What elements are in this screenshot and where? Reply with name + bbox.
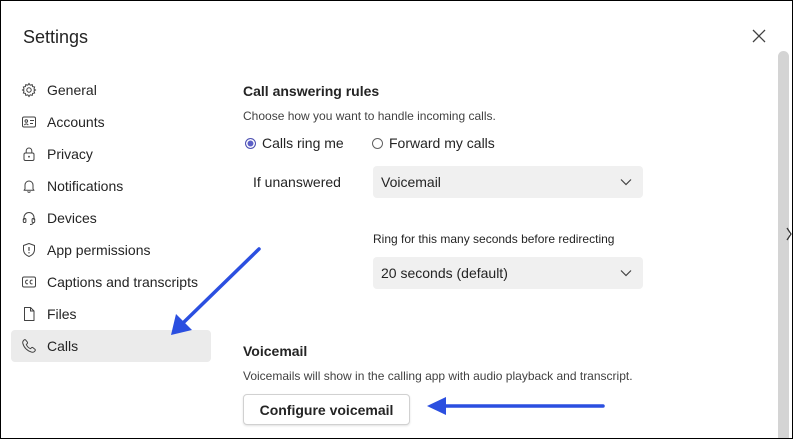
sidebar-item-notifications[interactable]: Notifications <box>11 170 211 202</box>
caret-right-icon <box>786 227 792 241</box>
radio-checked-indicator <box>245 137 256 149</box>
sidebar-item-app-permissions[interactable]: App permissions <box>11 234 211 266</box>
cc-icon <box>21 274 37 290</box>
voicemail-description: Voicemails will show in the calling app … <box>243 369 633 383</box>
sidebar-item-accounts[interactable]: Accounts <box>11 106 211 138</box>
chevron-down-icon <box>620 270 632 277</box>
sidebar-item-calls[interactable]: Calls <box>11 330 211 362</box>
close-icon[interactable] <box>751 28 767 44</box>
sidebar-item-general[interactable]: General <box>11 74 211 106</box>
sidebar-item-label: Privacy <box>47 146 93 162</box>
if-unanswered-label: If unanswered <box>253 174 341 190</box>
radio-calls-ring-me[interactable]: Calls ring me <box>245 135 344 151</box>
ring-duration-dropdown[interactable]: 20 seconds (default) <box>373 257 643 289</box>
radio-label: Calls ring me <box>262 135 344 151</box>
sidebar-item-label: Captions and transcripts <box>47 274 198 290</box>
file-icon <box>21 306 37 322</box>
sidebar-item-label: Files <box>47 306 77 322</box>
radio-label: Forward my calls <box>389 135 495 151</box>
ring-duration-value: 20 seconds (default) <box>381 265 508 281</box>
sidebar-item-privacy[interactable]: Privacy <box>11 138 211 170</box>
radio-unchecked-indicator <box>372 137 383 149</box>
id-card-icon <box>21 114 37 130</box>
sidebar-item-files[interactable]: Files <box>11 298 211 330</box>
ring-duration-label: Ring for this many seconds before redire… <box>373 232 615 246</box>
configure-voicemail-button[interactable]: Configure voicemail <box>243 394 410 425</box>
vertical-scrollbar[interactable] <box>778 51 789 438</box>
bell-icon <box>21 178 37 194</box>
sidebar-item-label: App permissions <box>47 242 151 258</box>
if-unanswered-value: Voicemail <box>381 174 441 190</box>
sidebar-item-label: General <box>47 82 97 98</box>
lock-icon <box>21 146 37 162</box>
call-answering-description: Choose how you want to handle incoming c… <box>243 109 496 123</box>
sidebar-item-label: Devices <box>47 210 97 226</box>
dialog-title: Settings <box>23 27 89 47</box>
sidebar-item-label: Notifications <box>47 178 124 194</box>
voicemail-title: Voicemail <box>243 343 308 359</box>
gear-icon <box>21 82 37 98</box>
settings-dialog: Settings General Accounts Privacy Notifi… <box>0 0 793 439</box>
sidebar-item-label: Accounts <box>47 114 105 130</box>
if-unanswered-dropdown[interactable]: Voicemail <box>373 166 643 198</box>
call-answering-title: Call answering rules <box>243 83 380 99</box>
shield-icon <box>21 242 37 258</box>
radio-forward-my-calls[interactable]: Forward my calls <box>372 135 495 151</box>
headset-icon <box>21 210 37 226</box>
chevron-down-icon <box>620 179 632 186</box>
phone-icon <box>21 338 37 354</box>
sidebar-item-devices[interactable]: Devices <box>11 202 211 234</box>
sidebar-item-captions-and-transcripts[interactable]: Captions and transcripts <box>11 266 211 298</box>
settings-nav: General Accounts Privacy Notifications D… <box>11 74 211 362</box>
sidebar-item-label: Calls <box>47 338 79 354</box>
